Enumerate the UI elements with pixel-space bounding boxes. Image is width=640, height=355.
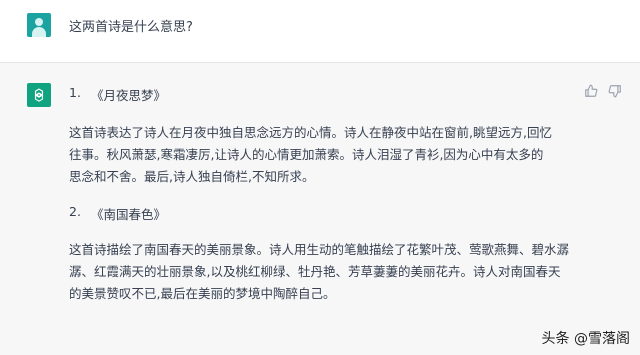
section-heading: 1. 《月夜思梦》 <box>69 85 589 104</box>
paragraph-line: 这首诗描绘了南国春天的美丽景象。诗人用生动的笔触描绘了花繁叶茂、莺歌燕舞、碧水潺 <box>69 242 570 257</box>
openai-logo-icon <box>27 83 51 107</box>
assistant-message-row: 1. 《月夜思梦》 这首诗表达了诗人在月夜中独自思念远方的心情。诗人在静夜中站在… <box>0 63 640 355</box>
paragraph-line: 潺、红霞满天的壮丽景象,以及桃红柳绿、牡丹艳、芳草萋萋的美丽花卉。诗人对南国春天 <box>69 264 561 279</box>
feedback-actions <box>584 83 622 98</box>
watermark: 头条 @雪落阁 <box>542 328 630 348</box>
user-avatar <box>27 13 51 37</box>
paragraph-line: 的美景赞叹不已,最后在美丽的梦境中陶醉自己。 <box>69 286 336 301</box>
paragraph-line: 往事。秋风萧瑟,寒霜凄厉,让诗人的心情更加萧索。诗人泪湿了青衫,因为心中有太多的 <box>69 147 544 162</box>
user-message-row: 这两首诗是什么意思? <box>0 0 640 63</box>
section-number: 2. <box>69 204 81 219</box>
section-paragraph: 这首诗描绘了南国春天的美丽景象。诗人用生动的笔触描绘了花繁叶茂、莺歌燕舞、碧水潺… <box>69 239 589 305</box>
section-heading: 2. 《南国春色》 <box>69 204 589 223</box>
section-number: 1. <box>69 85 81 100</box>
section-title: 《南国春色》 <box>91 207 167 222</box>
paragraph-line: 思念和不舍。最后,诗人独自倚栏,不知所求。 <box>69 169 315 184</box>
assistant-response: 1. 《月夜思梦》 这首诗表达了诗人在月夜中独自思念远方的心情。诗人在静夜中站在… <box>69 85 589 305</box>
section-paragraph: 这首诗表达了诗人在月夜中独自思念远方的心情。诗人在静夜中站在窗前,眺望远方,回忆… <box>69 122 589 188</box>
user-message-text: 这两首诗是什么意思? <box>69 20 193 35</box>
section-title: 《月夜思梦》 <box>91 88 167 103</box>
watermark-text: 头条 @雪落阁 <box>541 331 630 347</box>
paragraph-line: 这首诗表达了诗人在月夜中独自思念远方的心情。诗人在静夜中站在窗前,眺望远方,回忆 <box>69 125 552 140</box>
thumbs-down-icon[interactable] <box>608 83 622 98</box>
